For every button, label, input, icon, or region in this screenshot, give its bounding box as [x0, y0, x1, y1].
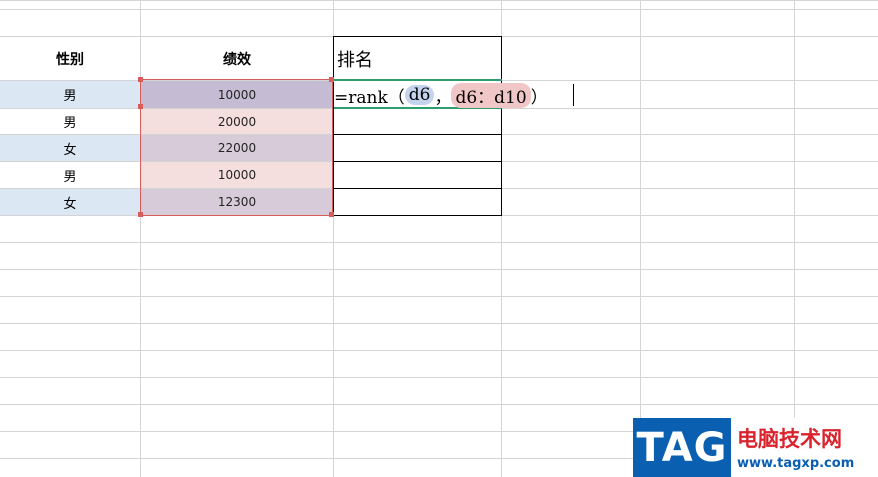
header-performance[interactable]: 绩效 [141, 37, 333, 80]
grid-line [794, 0, 795, 477]
formula-ref-cell: d6 [404, 85, 435, 105]
rank-cell[interactable] [333, 161, 502, 189]
watermark-url: www.tagxp.com [737, 456, 855, 471]
watermark-logo: TAG 电脑技术网 www.tagxp.com [633, 418, 878, 477]
grid-line [0, 323, 878, 324]
selection-handle[interactable] [138, 104, 143, 109]
gender-cell[interactable]: 男 [0, 109, 140, 134]
rank-cell[interactable] [333, 108, 502, 135]
grid-line [640, 0, 641, 477]
watermark-text-block: 电脑技术网 www.tagxp.com [731, 418, 878, 477]
grid-line [0, 242, 878, 243]
tag-logo: TAG [633, 418, 731, 477]
header-gender[interactable]: 性别 [0, 37, 140, 80]
gender-cell[interactable]: 女 [0, 189, 140, 215]
rank-cell[interactable] [333, 188, 502, 216]
grid-line [0, 296, 878, 297]
formula-prefix: =rank（ [334, 87, 405, 108]
grid-line [0, 404, 878, 405]
grid-line [0, 9, 878, 10]
watermark-site-name: 电脑技术网 [737, 427, 842, 451]
formula-suffix: ） [530, 87, 548, 108]
header-rank[interactable]: 排名 [333, 36, 502, 81]
active-cell-top-edge [334, 79, 502, 81]
spreadsheet-grid[interactable]: 性别 绩效 排名 男 男 女 男 女 10000 20000 22000 100… [0, 0, 878, 477]
selection-handle[interactable] [138, 212, 143, 217]
selection-handle[interactable] [138, 77, 143, 82]
grid-line [0, 269, 878, 270]
selection-handle[interactable] [329, 212, 334, 217]
grid-line [0, 377, 878, 378]
formula-separator: ， [434, 87, 452, 108]
rank-cell[interactable] [333, 134, 502, 162]
gender-cell[interactable]: 男 [0, 162, 140, 188]
gender-cell[interactable]: 女 [0, 135, 140, 161]
selection-range[interactable] [140, 79, 333, 216]
grid-line [0, 350, 878, 351]
grid-line [0, 0, 878, 1]
formula-editor[interactable]: =rank（ d6 ， d6：d10 ） [334, 82, 548, 108]
text-cursor [573, 84, 574, 106]
gender-cell[interactable]: 男 [0, 81, 140, 108]
formula-ref-range: d6：d10 [451, 82, 531, 108]
